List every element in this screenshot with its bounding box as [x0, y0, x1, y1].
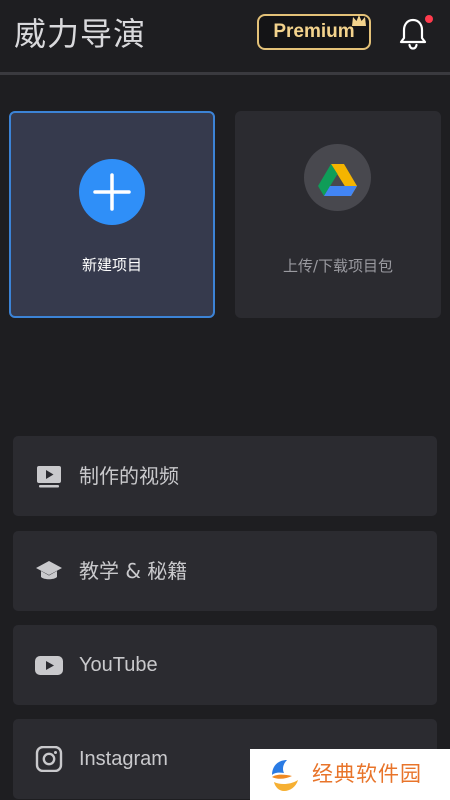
- notification-badge: [425, 15, 433, 23]
- upload-download-package-card[interactable]: 上传/下载项目包: [235, 111, 441, 318]
- google-drive-icon: [304, 144, 371, 211]
- menu-item-produced-videos[interactable]: 制作的视频: [13, 436, 437, 516]
- graduation-cap-icon: [36, 561, 62, 580]
- crown-icon: [352, 15, 366, 26]
- menu-label-produced-videos: 制作的视频: [79, 464, 179, 488]
- app-screen: 威力导演 Premium 新建项目 上传/下载项目包 制作的视频 教学 & 秘籍…: [0, 0, 450, 800]
- premium-button[interactable]: Premium: [257, 14, 371, 50]
- new-project-card[interactable]: 新建项目: [9, 111, 215, 318]
- app-title: 威力导演: [14, 15, 147, 53]
- new-project-label: 新建项目: [81, 256, 142, 274]
- video-library-icon: [37, 466, 61, 488]
- plus-icon: [79, 159, 145, 225]
- menu-label-instagram: Instagram: [79, 748, 168, 770]
- premium-label: Premium: [273, 21, 355, 42]
- menu-item-tutorials-tips[interactable]: 教学 & 秘籍: [13, 531, 437, 611]
- watermark: 经典软件园: [250, 749, 450, 800]
- menu-label-tutorials-tips: 教学 & 秘籍: [79, 559, 188, 583]
- instagram-icon: [35, 746, 63, 772]
- watermark-logo-icon: [272, 760, 298, 791]
- header-divider: [0, 72, 450, 75]
- watermark-text: 经典软件园: [312, 762, 422, 786]
- youtube-icon: [35, 656, 63, 675]
- upload-download-label: 上传/下载项目包: [282, 257, 394, 275]
- menu-label-youtube: YouTube: [79, 654, 158, 676]
- menu-item-youtube[interactable]: YouTube: [13, 625, 437, 705]
- top-bar: 威力导演 Premium: [0, 0, 450, 72]
